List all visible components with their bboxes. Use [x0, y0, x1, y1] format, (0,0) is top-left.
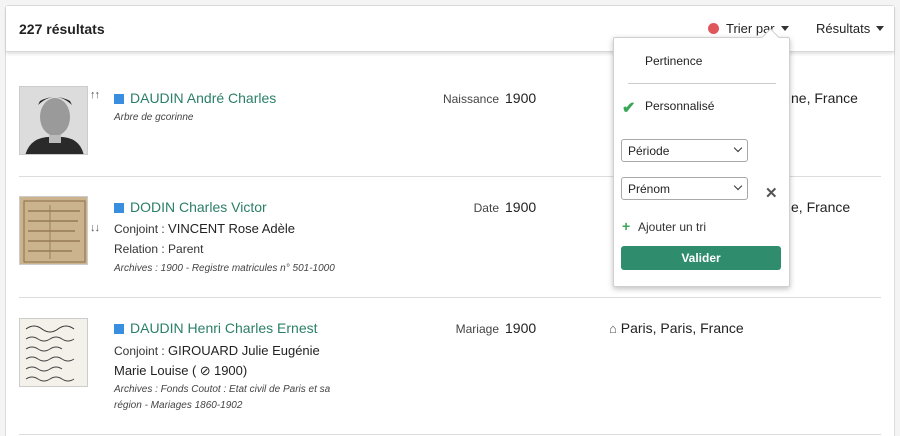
event-place: e, France [791, 199, 851, 215]
event-type: Date [473, 201, 499, 215]
chevron-down-icon [733, 143, 743, 153]
results-button[interactable]: Résultats [816, 21, 885, 36]
source-type-icon [114, 94, 124, 104]
event-place-text: Paris, Paris, France [620, 320, 744, 336]
add-sort-link[interactable]: Ajouter un tri [638, 220, 706, 234]
ascendants-icon[interactable]: ↑↑ [90, 89, 100, 101]
document-thumbnail[interactable] [19, 196, 88, 265]
handwritten-record-image [20, 319, 87, 386]
event-type: Mariage [455, 322, 499, 336]
marriage-year: 1900) [213, 363, 248, 378]
active-sort-indicator-icon [708, 23, 719, 34]
spouse-name: GIROUARD Julie Eugénie [168, 343, 320, 358]
marriage-rings-icon: ⊘ [199, 363, 211, 378]
results-count: 227 résultats [19, 21, 105, 37]
spouse-name: VINCENT Rose Adèle [168, 221, 295, 236]
record-source[interactable]: Archives : 1900 - Registre matricules n°… [114, 261, 335, 277]
row-divider [19, 434, 881, 435]
event-place: ⌂ Paris, Paris, France [609, 320, 744, 336]
firstname-select-value: Prénom [628, 182, 671, 196]
record-source[interactable]: Archives : Fonds Coutot : Etat civil de … [114, 382, 330, 398]
event-year: 1900 [505, 90, 537, 106]
spouse-line: Conjoint : GIROUARD Julie Eugénie [114, 343, 320, 358]
record-source-continued[interactable]: région - Mariages 1860-1902 [114, 398, 242, 414]
document-thumbnail[interactable] [19, 318, 88, 387]
relation-value: Parent [168, 242, 204, 256]
spouse-label: Conjoint : [114, 344, 165, 358]
chevron-down-icon [733, 181, 743, 191]
record-name-link[interactable]: DAUDIN Henri Charles Ernest [130, 320, 318, 336]
firstname-select[interactable]: Prénom [621, 177, 748, 200]
caret-down-icon [876, 26, 885, 31]
event-place: ne, France [791, 90, 858, 106]
event-type: Naissance [442, 92, 499, 106]
descendants-icon[interactable]: ↓↓ [90, 222, 100, 234]
record-name-link[interactable]: DODIN Charles Victor [130, 199, 267, 215]
sort-menu: Pertinence ✔ Personnalisé Période Prénom… [613, 37, 790, 287]
source-type-icon [114, 324, 124, 334]
results-panel: 227 résultats Trier par Résultats ↑↑ DAU… [5, 5, 895, 436]
spouse-line: Conjoint : VINCENT Rose Adèle [114, 221, 295, 236]
results-label: Résultats [816, 21, 871, 36]
row-divider [19, 297, 881, 298]
period-select[interactable]: Période [621, 139, 748, 162]
record-name-link[interactable]: DAUDIN André Charles [130, 90, 276, 106]
sort-option-pertinence[interactable]: Pertinence [645, 54, 702, 68]
register-image [20, 197, 87, 264]
menu-divider [628, 83, 776, 84]
person-photo[interactable] [19, 86, 88, 155]
relation-line: Relation : Parent [114, 242, 203, 256]
period-select-value: Période [628, 144, 670, 158]
checkmark-icon: ✔ [622, 100, 636, 117]
source-type-icon [114, 203, 124, 213]
spouse-line-2: Marie Louise ( ⊘ 1900) [114, 363, 247, 379]
caret-down-icon [780, 26, 789, 31]
submit-sort-button[interactable]: Valider [621, 246, 781, 270]
event-year: 1900 [505, 199, 537, 215]
spouse-name-continued: Marie Louise ( [114, 363, 197, 378]
event-year: 1900 [505, 320, 537, 336]
record-source[interactable]: Arbre de gcorinne [114, 110, 194, 126]
spouse-label: Conjoint : [114, 222, 165, 236]
home-icon: ⌂ [609, 321, 617, 336]
sort-option-personnalise[interactable]: Personnalisé [645, 99, 714, 113]
plus-icon: + [622, 218, 631, 234]
portrait-image [20, 87, 87, 154]
relation-label: Relation : [114, 242, 165, 256]
remove-sort-icon[interactable]: ✕ [765, 184, 778, 202]
